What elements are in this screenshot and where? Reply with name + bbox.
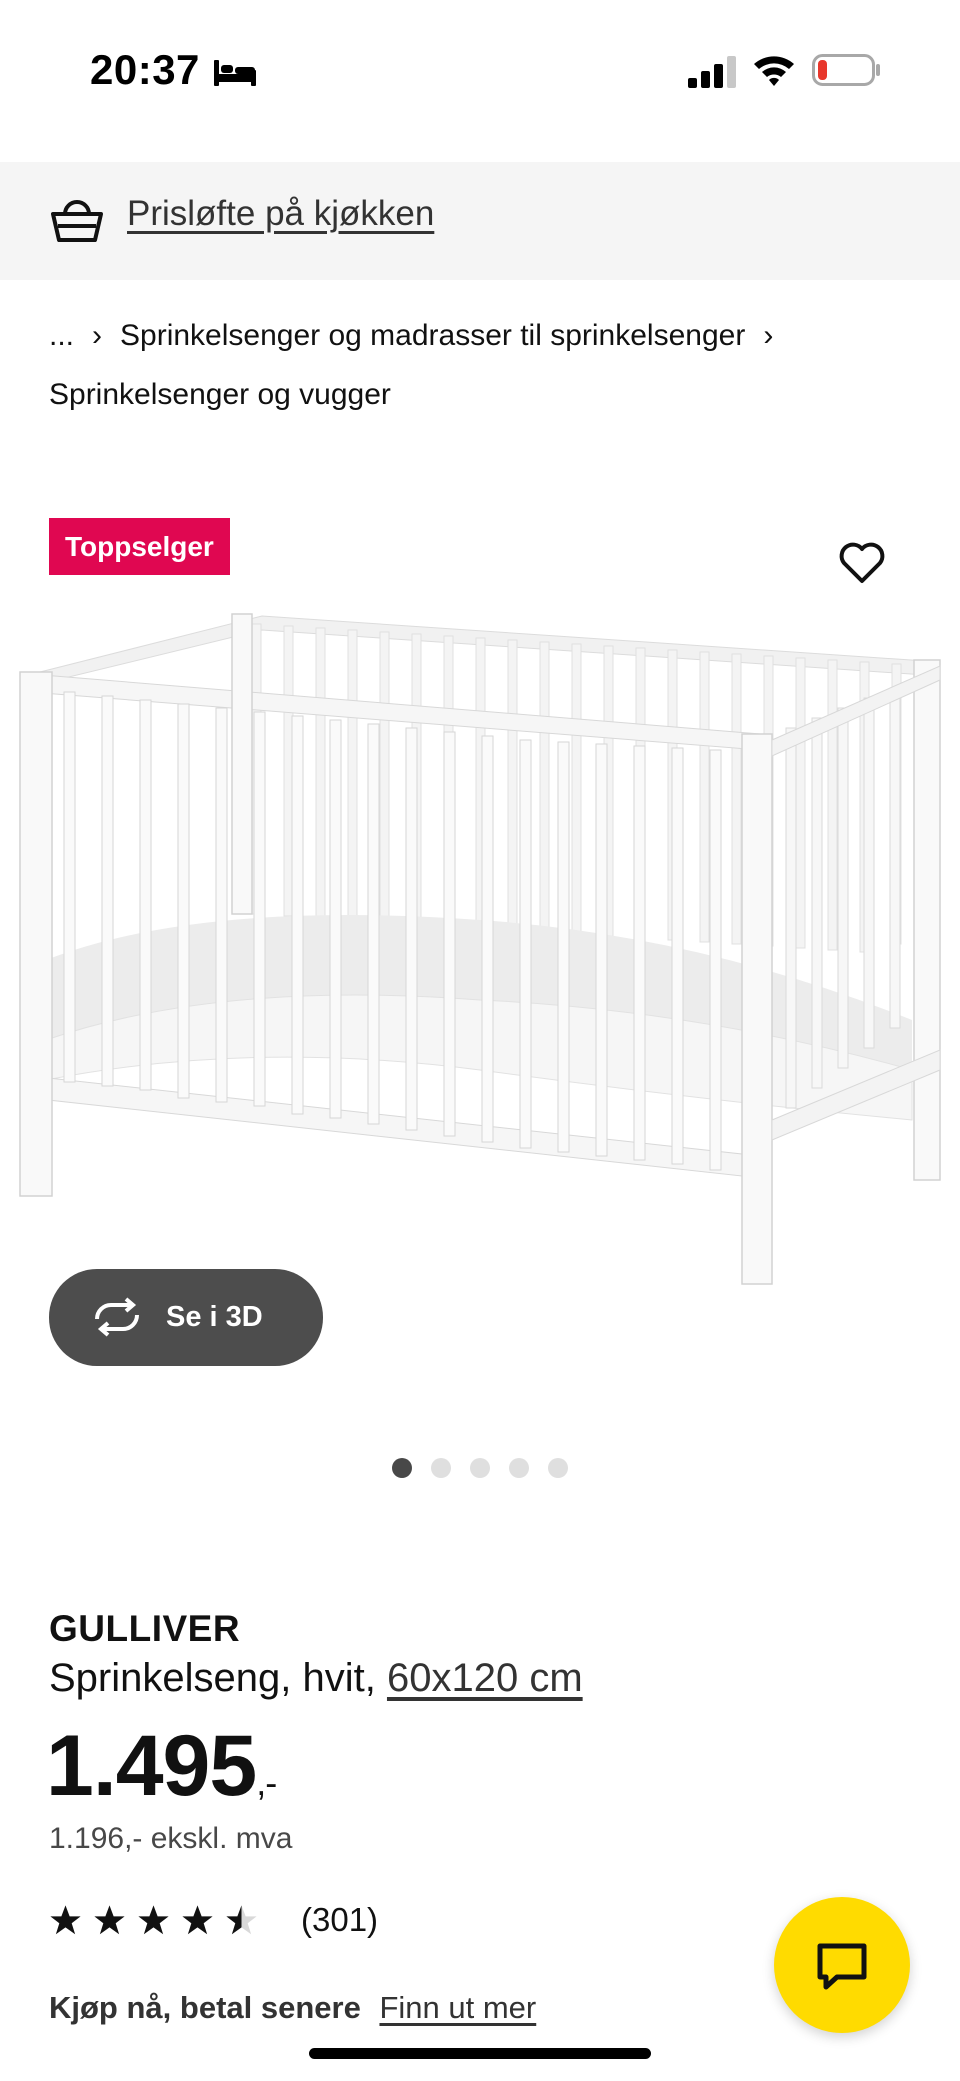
basket-icon <box>51 200 103 242</box>
battery-low-icon <box>812 54 880 86</box>
product-description: Sprinkelseng, hvit, 60x120 cm <box>49 1656 583 1701</box>
rotate-3d-icon <box>95 1297 139 1337</box>
image-pager <box>392 1458 568 1480</box>
promo-link[interactable]: Prisløfte på kjøkken <box>127 194 434 234</box>
chat-bubble-icon <box>817 1943 867 1990</box>
price-suffix: ,- <box>256 1762 277 1803</box>
view-in-3d-button[interactable]: Se i 3D <box>49 1269 323 1366</box>
bed-icon <box>214 60 256 86</box>
home-indicator <box>309 2048 651 2059</box>
pager-dot[interactable] <box>548 1458 568 1478</box>
star-full-icon <box>138 1904 169 1934</box>
breadcrumb-item-cribs-cradles[interactable]: Sprinkelsenger og vugger <box>49 378 391 411</box>
breadcrumb-item-ellipsis[interactable]: ... <box>49 319 74 352</box>
top-seller-badge: Toppselger <box>49 518 230 575</box>
price-excluding-vat: 1.196,- ekskl. mva <box>49 1822 293 1855</box>
product-rating[interactable]: (301) <box>49 1898 378 1942</box>
buy-now-pay-later: Kjøp nå, betal senere Finn ut mer <box>49 1990 536 2026</box>
pager-dot[interactable] <box>392 1458 412 1478</box>
product-type: Sprinkelseng, hvit, <box>49 1656 376 1700</box>
star-half-icon <box>226 1904 257 1934</box>
chat-button[interactable] <box>774 1897 910 2033</box>
review-count: (301) <box>301 1901 379 1938</box>
star-full-icon <box>182 1904 213 1934</box>
promo-banner[interactable]: Prisløfte på kjøkken <box>0 162 960 280</box>
pager-dot[interactable] <box>509 1458 529 1478</box>
product-price: 1.495,- <box>46 1716 277 1833</box>
star-full-icon <box>50 1904 81 1934</box>
pay-later-label: Kjøp nå, betal senere <box>49 1990 361 2025</box>
status-time: 20:37 <box>90 46 200 93</box>
pager-dot[interactable] <box>470 1458 490 1478</box>
breadcrumb-separator: › <box>763 319 774 352</box>
breadcrumb-item-cribs-mattresses[interactable]: Sprinkelsenger og madrasser til sprinkel… <box>120 319 745 352</box>
breadcrumb: ... › Sprinkelsenger og madrasser til spri… <box>49 306 929 424</box>
cellular-signal-icon <box>688 56 736 88</box>
wifi-icon <box>754 56 794 86</box>
status-bar: 20:37 <box>0 0 960 140</box>
breadcrumb-separator: › <box>92 319 103 352</box>
pager-dot[interactable] <box>431 1458 451 1478</box>
product-size-link[interactable]: 60x120 cm <box>387 1656 583 1700</box>
view-in-3d-label: Se i 3D <box>166 1301 263 1333</box>
heart-icon[interactable] <box>838 541 886 585</box>
pay-later-link[interactable]: Finn ut mer <box>379 1990 536 2025</box>
product-image-crib[interactable] <box>0 600 960 1300</box>
product-name: GULLIVER <box>49 1608 241 1649</box>
price-main: 1.495 <box>46 1718 257 1814</box>
star-full-icon <box>94 1904 125 1934</box>
